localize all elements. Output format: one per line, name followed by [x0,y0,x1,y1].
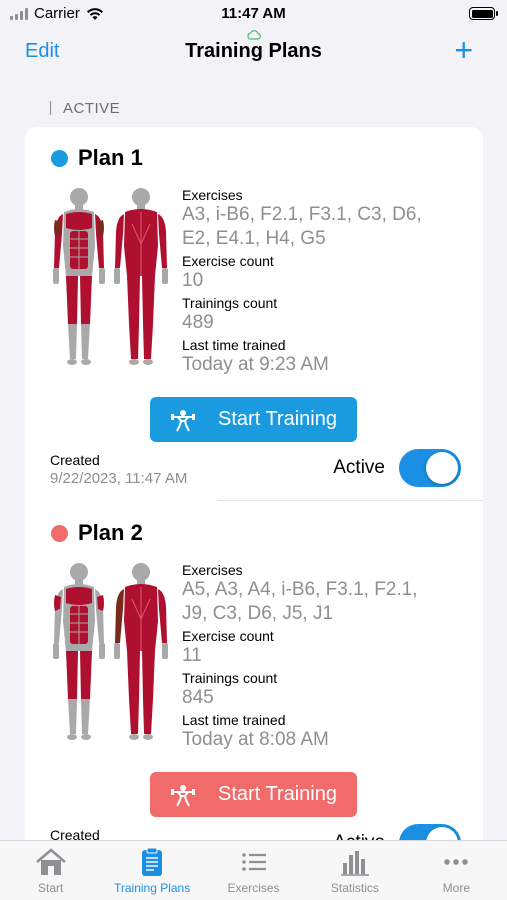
active-toggle[interactable] [399,449,461,487]
section-header-active: ACTIVE [50,100,120,117]
tab-statistics[interactable]: Statistics [304,841,405,900]
plan-info: Exercises A5, A3, A4, i-B6, F3.1, F2.1, … [182,562,472,754]
last-trained-label: Last time trained [182,712,286,728]
created-label: Created [50,452,100,468]
front-body [53,188,105,365]
muscle-diagram [53,188,168,365]
active-row: Active [333,449,461,487]
exercise-count-value: 10 [182,270,204,291]
divider [218,500,483,501]
plan-title: Plan 1 [51,145,143,171]
plan-info: Exercises A3, i-B6, F2.1, F3.1, C3, D6, … [182,187,472,379]
start-training-button[interactable]: Start Training [150,397,357,442]
exercises-label: Exercises [182,562,243,578]
back-body [114,563,168,740]
front-body [53,563,105,740]
last-trained-value: Today at 8:08 AM [182,729,329,750]
last-trained-value: Today at 9:23 AM [182,354,329,375]
tab-more[interactable]: More [406,841,507,900]
plan-color-dot [51,524,68,542]
trainings-count-label: Trainings count [182,295,278,311]
created-info: Created 9/22/2023, 11:47 AM [50,452,187,487]
created-date: 9/22/2023, 11:47 AM [50,470,188,487]
plan-title: Plan 2 [51,520,143,546]
tab-exercises[interactable]: Exercises [203,841,304,900]
list-icon [241,853,266,871]
weightlifter-icon [171,409,196,431]
trainings-count-value: 845 [182,687,214,708]
trainings-count-value: 489 [182,312,214,333]
trainings-count-label: Trainings count [182,670,278,686]
navigation-bar: Edit Training Plans + [0,30,507,80]
back-body [114,188,168,365]
battery-icon [469,7,498,20]
weightlifter-icon [171,784,196,806]
cloud-icon [247,30,261,40]
tab-start[interactable]: Start [0,841,101,900]
tab-bar: Start Training Plans Exercises Statistic… [0,840,507,900]
exercise-count-label: Exercise count [182,253,274,269]
house-icon [35,848,66,875]
exercise-count-label: Exercise count [182,628,274,644]
page-title: Training Plans [185,40,322,62]
last-trained-label: Last time trained [182,337,286,353]
status-time: 11:47 AM [221,5,286,22]
active-label: Active [333,457,385,478]
status-bar: Carrier 11:47 AM [0,0,507,30]
bar-chart-icon [340,851,369,876]
clipboard-icon [142,847,163,876]
exercises-label: Exercises [182,187,243,203]
tab-training-plans[interactable]: Training Plans [101,841,202,900]
plans-card: Plan 1 Exercises A3, i-B6, F2.1, F3.1, C… [25,127,483,887]
muscle-diagram [53,563,168,740]
ellipsis-icon [444,859,469,865]
start-training-button[interactable]: Start Training [150,772,357,817]
exercises-value: A5, A3, A4, i-B6, F3.1, F2.1, J9, C3, D6… [182,579,418,624]
exercise-count-value: 11 [182,645,202,666]
plan-color-dot [51,149,68,167]
exercises-value: A3, i-B6, F2.1, F3.1, C3, D6, E2, E4.1, … [182,204,422,249]
add-plan-button[interactable]: + [454,34,473,66]
